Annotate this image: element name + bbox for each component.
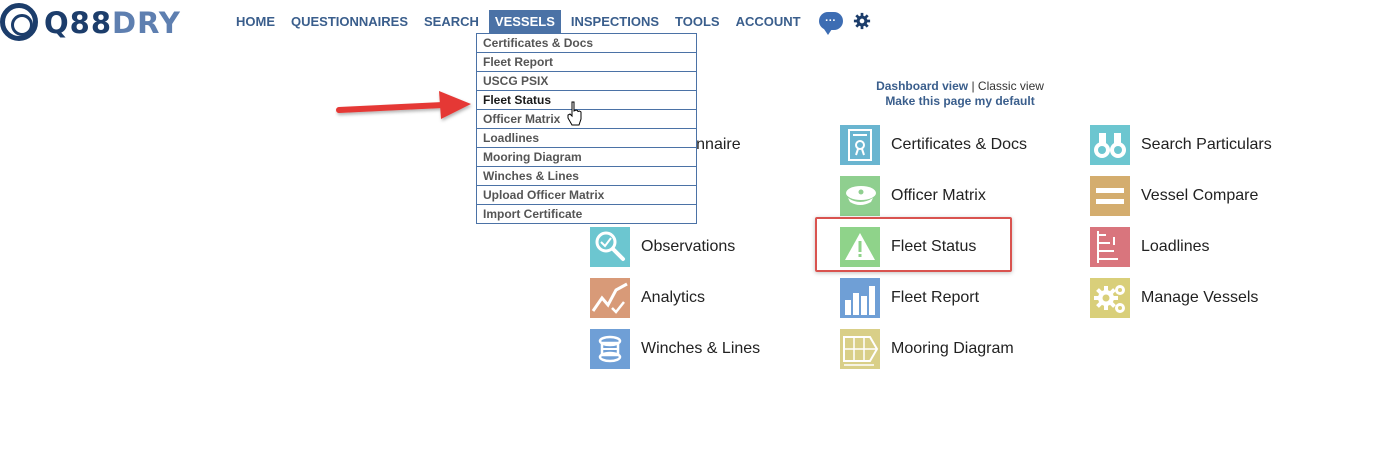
hand-cursor-icon — [567, 101, 582, 126]
tile-label: Loadlines — [1141, 238, 1210, 255]
bar-chart-icon — [840, 278, 880, 318]
menu-item-uscg-psix[interactable]: USCG PSIX — [477, 72, 696, 91]
view-separator: | — [971, 79, 975, 93]
menu-item-officer-matrix[interactable]: Officer Matrix — [477, 110, 696, 129]
analytics-icon — [590, 278, 630, 318]
menu-item-loadlines[interactable]: Loadlines — [477, 129, 696, 148]
tile-mooring-diagram[interactable]: Mooring Diagram — [840, 329, 1014, 369]
tile-label: Officer Matrix — [891, 187, 986, 204]
nav-home[interactable]: HOME — [230, 10, 281, 33]
nav-inspections[interactable]: INSPECTIONS — [565, 10, 665, 33]
tile-label: Certificates & Docs — [891, 136, 1028, 153]
tile-label: Mooring Diagram — [891, 340, 1014, 357]
menu-item-winches-lines[interactable]: Winches & Lines — [477, 167, 696, 186]
magnifier-icon — [590, 227, 630, 267]
nav-account[interactable]: ACCOUNT — [730, 10, 807, 33]
make-default-link[interactable]: Make this page my default — [885, 94, 1034, 108]
tile-search-particulars[interactable]: Search Particulars — [1090, 125, 1272, 165]
tile-manage-vessels[interactable]: Manage Vessels — [1090, 278, 1258, 318]
tile-label: Observations — [641, 238, 736, 255]
q88dry-logo[interactable]: Q88DRY — [0, 0, 210, 48]
tile-analytics[interactable]: Analytics — [590, 278, 705, 318]
menu-item-fleet-report[interactable]: Fleet Report — [477, 53, 696, 72]
tile-winches-lines[interactable]: Winches & Lines — [590, 329, 760, 369]
classic-view-link[interactable]: Classic view — [978, 79, 1044, 93]
tile-label: Winches & Lines — [641, 340, 761, 357]
compare-icon — [1090, 176, 1130, 216]
officer-cap-icon — [840, 176, 880, 216]
chat-bubble-icon[interactable]: ··· — [818, 12, 843, 35]
tile-label: Vessel Compare — [1141, 187, 1259, 204]
gears-icon — [1090, 278, 1130, 318]
menu-item-fleet-status[interactable]: Fleet Status — [477, 91, 696, 110]
menu-item-import-certificate[interactable]: Import Certificate — [477, 205, 696, 223]
annotation-arrow-icon — [336, 91, 471, 119]
nav-vessels[interactable]: VESSELS — [488, 9, 561, 33]
main-nav: HOME QUESTIONNAIRES SEARCH VESSELS INSPE… — [230, 9, 871, 35]
binoculars-icon — [1090, 125, 1130, 165]
winch-icon — [590, 329, 630, 369]
logo-mark — [0, 3, 38, 41]
menu-item-certificates-docs[interactable]: Certificates & Docs — [477, 34, 696, 53]
logo-text: Q88DRY — [44, 6, 181, 40]
fleet-status-highlight — [815, 217, 1012, 272]
tile-loadlines[interactable]: Loadlines — [1090, 227, 1210, 267]
tile-officer-matrix[interactable]: Officer Matrix — [840, 176, 986, 216]
tile-fleet-report[interactable]: Fleet Report — [840, 278, 979, 318]
tile-certificates-docs[interactable]: Certificates & Docs — [840, 125, 1027, 165]
certificate-icon — [840, 125, 880, 165]
nav-tools[interactable]: TOOLS — [669, 10, 726, 33]
tile-label: Manage Vessels — [1141, 289, 1259, 306]
gear-icon[interactable] — [853, 12, 871, 30]
menu-item-mooring-diagram[interactable]: Mooring Diagram — [477, 148, 696, 167]
tile-label: Search Particulars — [1141, 136, 1272, 153]
nav-search[interactable]: SEARCH — [418, 10, 485, 33]
nav-questionnaires[interactable]: QUESTIONNAIRES — [285, 10, 414, 33]
vessels-dropdown-menu: Certificates & Docs Fleet Report USCG PS… — [476, 33, 697, 224]
tile-observations[interactable]: Observations — [590, 227, 735, 267]
loadline-icon — [1090, 227, 1130, 267]
menu-item-upload-officer-matrix[interactable]: Upload Officer Matrix — [477, 186, 696, 205]
dashboard-view-link[interactable]: Dashboard view — [876, 79, 968, 93]
tile-label: Fleet Report — [891, 289, 980, 306]
mooring-diagram-icon — [840, 329, 880, 369]
tile-vessel-compare[interactable]: Vessel Compare — [1090, 176, 1258, 216]
tile-label: Analytics — [641, 289, 706, 306]
view-toggle: Dashboard view | Classic view Make this … — [850, 79, 1070, 108]
